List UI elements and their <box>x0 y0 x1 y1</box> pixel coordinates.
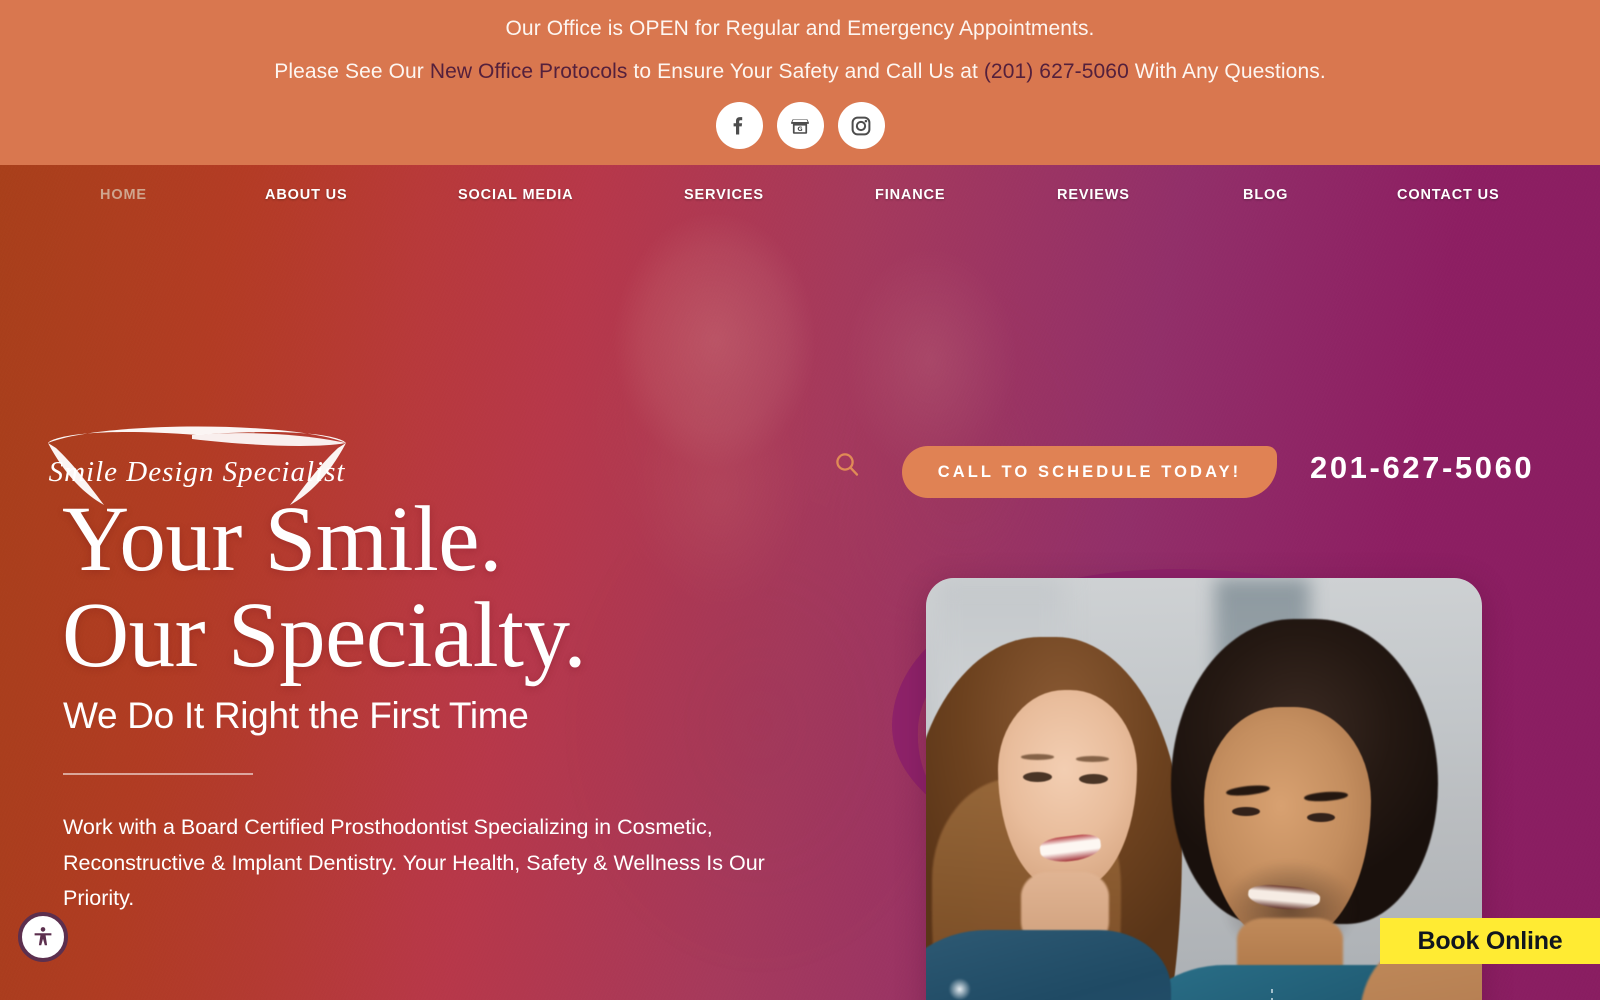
new-office-protocols-link[interactable]: New Office Protocols <box>430 60 628 83</box>
nav-item-contact-us[interactable]: CONTACT US <box>1397 187 1499 203</box>
announcement-bar: Our Office is OPEN for Regular and Emerg… <box>0 0 1600 165</box>
svg-text:Smile Design Specialist: Smile Design Specialist <box>49 456 346 488</box>
header-phone-number[interactable]: 201-627-5060 <box>1310 450 1534 486</box>
social-links: G <box>0 102 1600 149</box>
hero-body-text: Work with a Board Certified Prosthodonti… <box>63 815 765 910</box>
hero-section: HOME ABOUT US SOCIAL MEDIA SERVICES FINANCE R… <box>0 165 1600 1000</box>
announcement-text-before: Please See Our <box>274 60 430 83</box>
page-title: Your Smile. Our Specialty. <box>62 492 587 687</box>
accessibility-widget[interactable] <box>18 912 68 962</box>
nav-item-about-us[interactable]: ABOUT US <box>265 187 348 203</box>
instagram-icon[interactable] <box>837 102 885 149</box>
nav-item-reviews[interactable]: REVIEWS <box>1057 187 1130 203</box>
hero-title-line-2: Our Specialty. <box>62 584 587 687</box>
facebook-icon[interactable] <box>715 102 763 149</box>
search-icon[interactable] <box>832 450 862 485</box>
call-to-schedule-button[interactable]: CALL TO SCHEDULE TODAY! <box>902 446 1277 498</box>
site-logo[interactable]: Smile Design Specialist <box>42 415 352 515</box>
nav-item-home[interactable]: HOME <box>100 187 147 203</box>
svg-text:G: G <box>797 125 802 133</box>
hero-divider <box>63 773 253 775</box>
announcement-text-after: With Any Questions. <box>1128 60 1326 83</box>
announcement-line-2: Please See Our New Office Protocols to E… <box>0 55 1600 89</box>
announcement-line-1: Our Office is OPEN for Regular and Emerg… <box>505 17 1095 40</box>
hero-subtitle: We Do It Right the First Time <box>63 695 529 736</box>
announcement-phone-link[interactable]: (201) 627-5060 <box>984 60 1129 83</box>
nav-item-services[interactable]: SERVICES <box>684 187 764 203</box>
book-online-button[interactable]: Book Online <box>1380 918 1600 964</box>
main-navigation: HOME ABOUT US SOCIAL MEDIA SERVICES FINANCE R… <box>0 165 1600 225</box>
nav-item-blog[interactable]: BLOG <box>1243 187 1288 203</box>
google-business-icon[interactable]: G <box>776 102 824 149</box>
nav-item-social-media[interactable]: SOCIAL MEDIA <box>458 187 573 203</box>
nav-item-finance[interactable]: FINANCE <box>875 187 945 203</box>
announcement-text-middle: to Ensure Your Safety and Call Us at <box>627 60 984 83</box>
